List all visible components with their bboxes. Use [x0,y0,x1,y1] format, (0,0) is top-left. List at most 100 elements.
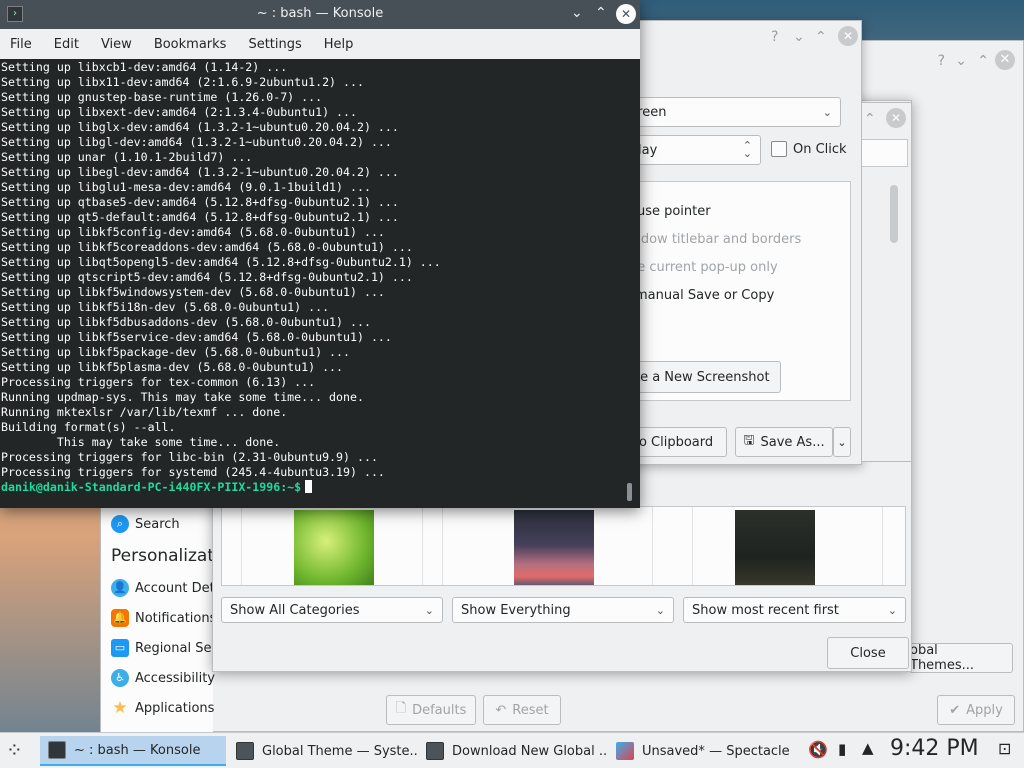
sidebar-item-label: Regional Set [135,640,217,656]
sidebar-item-label: Applications [135,700,215,716]
scrollbar-handle[interactable] [890,185,898,243]
option-manual-save[interactable]: manual Save or Copy [635,288,774,303]
task-konsole[interactable]: ~ : bash — Konsole [40,736,226,766]
theme-thumbnail[interactable] [514,510,594,585]
terminal-line: This may take some time... done. [1,435,281,449]
clock[interactable]: 9:42 PM [890,736,979,761]
task-download-themes[interactable]: Download New Global ... [418,736,608,766]
terminal-line: Setting up libkf5plasma-dev (5.68.0-0ubu… [1,360,344,374]
window-title: ~ : bash — Konsole [256,6,384,21]
task-spectacle[interactable]: Unsaved* — Spectacle [608,736,798,766]
grid-divider [222,507,242,585]
sidebar-item-regional[interactable]: ▭ Regional Set [111,639,217,657]
delay-spinbox[interactable]: elay ⌃ ⌄ [621,135,761,165]
close-icon[interactable]: ✕ [616,4,636,24]
global-themes-label: obal Themes... [910,643,975,673]
save-as-button[interactable]: 🖫 Save As... [735,427,833,457]
terminal-line: Setting up libkf5windowsystem-dev (5.68.… [1,285,385,299]
spin-arrows-icon[interactable]: ⌃ ⌄ [743,140,752,159]
apply-button[interactable]: ✔ Apply [937,695,1015,725]
konsole-titlebar[interactable]: › ~ : bash — Konsole ⌄ ⌃ ✕ [0,0,640,29]
menu-help[interactable]: Help [324,37,354,52]
maximize-icon[interactable]: ⌃ [815,29,827,45]
maximize-icon[interactable]: ⌃ [864,111,876,127]
grid-divider [652,507,653,585]
spectacle-icon [616,742,634,760]
terminal-line: Setting up gnustep-base-runtime (1.26.0-… [1,90,323,104]
global-themes-button[interactable]: obal Themes... [909,643,1013,673]
maximize-icon[interactable]: ⌃ [977,53,989,69]
show-desktop-icon[interactable]: ⊡ [998,739,1011,758]
settings-sidebar: ⌕ Search Personalizatio 👤 Account Deta 🔔… [101,501,229,733]
tray-expand-icon[interactable]: ▲ [862,739,874,757]
close-icon[interactable]: ✕ [995,50,1015,70]
reset-label: Reset [512,702,549,718]
chevron-down-icon: ⌄ [822,105,832,119]
bell-icon: 🔔 [111,609,129,627]
close-icon[interactable]: ✕ [838,26,858,46]
status-filter-select[interactable]: Show Everything ⌄ [452,597,674,623]
menu-settings[interactable]: Settings [248,37,301,52]
download-window-icon [426,742,444,760]
taskbar: ⁘ ~ : bash — Konsole Global Theme — Syst… [0,732,1024,768]
sidebar-item-accessibility[interactable]: ♿ Accessibility [111,669,215,687]
new-screenshot-button[interactable]: ke a New Screenshot [621,361,781,393]
on-click-checkbox[interactable]: On Click [771,141,847,157]
task-label: Global Theme — Syste... [262,743,418,759]
sidebar-item-notifications[interactable]: 🔔 Notifications [111,609,216,627]
app-launcher-icon[interactable]: ⁘ [6,738,23,762]
volume-muted-icon[interactable]: 🔇 [808,740,828,759]
minimize-icon[interactable]: ⌄ [793,29,805,45]
terminal-line: Setting up libkf5i18n-dev (5.68.0-0ubunt… [1,300,330,314]
defaults-button[interactable]: 🗋 Defaults [386,695,476,725]
close-button[interactable]: Close [827,637,909,669]
terminal-prompt-line[interactable]: danik@danik-Standard-PC-i440FX-PIIX-1996… [1,480,441,495]
sort-select[interactable]: Show most recent first ⌄ [683,597,906,623]
reset-icon: ↶ [495,702,507,718]
terminal-line: Running mktexlsr /var/lib/texmf ... done… [1,405,288,419]
category-filter-select[interactable]: Show All Categories ⌄ [221,597,443,623]
chevron-down-icon: ⌄ [887,603,897,617]
menu-file[interactable]: File [10,37,32,52]
help-icon[interactable]: ? [771,29,778,45]
minimize-icon[interactable]: ⌄ [571,5,583,21]
capture-area-select[interactable]: creen ⌄ [621,97,841,127]
apply-icon: ✔ [949,702,961,718]
reset-button[interactable]: ↶ Reset [483,695,561,725]
terminal-line: Processing triggers for tex-common (6.13… [1,375,316,389]
help-icon[interactable]: ? [938,53,945,69]
task-system-settings[interactable]: Global Theme — Syste... [228,736,418,766]
terminal-scrollbar[interactable] [627,483,632,501]
theme-thumbnail[interactable] [294,510,374,585]
sidebar-search[interactable]: ⌕ Search [111,515,180,533]
grid-divider [882,507,883,585]
checkbox-box [771,141,787,157]
option-include-titlebar[interactable]: indow titlebar and borders [629,232,801,247]
themes-grid[interactable] [221,506,906,586]
text-field[interactable] [862,139,908,167]
terminal-line: Setting up libegl-dev:amd64 (1.3.2-1~ubu… [1,165,399,179]
menu-bookmarks[interactable]: Bookmarks [154,37,227,52]
terminal-line: Building format(s) --all. [1,420,176,434]
terminal-area[interactable]: Setting up libxcb1-dev:amd64 (1.14-2) ..… [0,59,640,508]
usb-device-icon[interactable]: ▮ [838,740,846,758]
defaults-icon: 🗋 [395,701,407,716]
theme-thumbnail[interactable] [735,510,815,585]
terminal-line: Setting up unar (1.10.1-2build7) ... [1,150,253,164]
sort-value: Show most recent first [692,602,839,618]
close-icon[interactable]: ✕ [886,108,906,128]
grid-divider [442,507,443,585]
menu-view[interactable]: View [101,37,132,52]
maximize-icon[interactable]: ⌃ [595,5,607,21]
konsole-icon [48,741,66,759]
option-include-pointer[interactable]: ouse pointer [629,204,711,219]
terminal-line: Setting up qt5-default:amd64 (5.12.8+dfs… [1,210,399,224]
sidebar-item-applications[interactable]: ★ Applications [111,699,214,717]
sidebar-item-account[interactable]: 👤 Account Deta [111,579,223,597]
minimize-icon[interactable]: ⌄ [955,53,967,69]
save-menu-button[interactable]: ⌄ [833,427,851,457]
grid-divider [422,507,423,585]
option-popup-only[interactable]: he current pop-up only [629,260,778,275]
status-filter-value: Show Everything [461,602,571,618]
menu-edit[interactable]: Edit [54,37,79,52]
